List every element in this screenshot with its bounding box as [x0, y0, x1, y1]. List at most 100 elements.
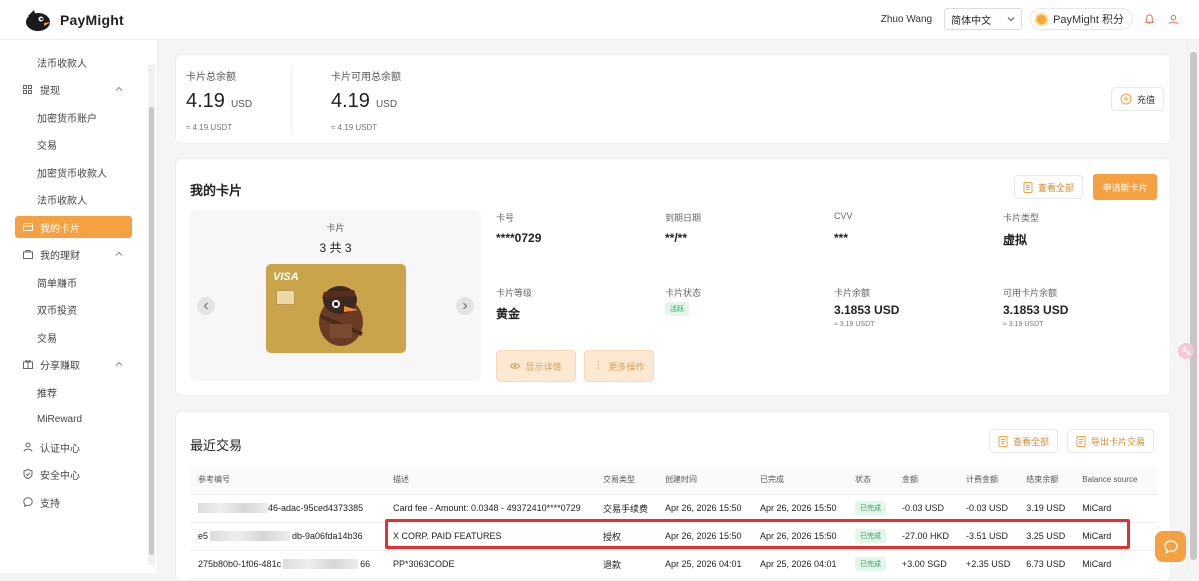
sidebar-item-security[interactable]: 安全中心 [15, 463, 132, 485]
table-row[interactable]: 275b80b0-1f06-481c 66 PP*3063CODE 退款 Apr … [190, 550, 1157, 579]
document-icon [1023, 181, 1033, 193]
available-balance-unit: USD [375, 99, 398, 110]
source-cell: MiCard [1074, 550, 1157, 579]
card-type-label: 卡片类型 [1003, 213, 1040, 223]
sidebar-item-my-finance[interactable]: 我的理财 [15, 243, 132, 265]
col-ref: 参考编号 [190, 466, 385, 495]
points-label: PayMight 积分 [1053, 14, 1124, 26]
export-icon [1076, 435, 1086, 447]
sidebar-item-support[interactable]: 支持 [15, 491, 132, 513]
card-tier-label: 卡片等级 [496, 288, 533, 298]
points-button[interactable]: PayMight 积分 [1030, 8, 1133, 30]
status-cell: 已完成 [847, 550, 894, 579]
col-created: 创建时间 [657, 466, 752, 495]
sidebar-item-dual-invest[interactable]: 双币投资 [15, 298, 132, 320]
sidebar-item-transactions[interactable]: 交易 [15, 133, 132, 155]
apply-card-button[interactable]: 申请新卡片 [1093, 174, 1157, 200]
duck-mascot-icon [319, 286, 363, 346]
carousel-label: 卡片 [326, 223, 345, 233]
sidebar-item-verification[interactable]: 认证中心 [15, 436, 132, 458]
view-all-cards-button[interactable]: 查看全部 [1014, 175, 1084, 199]
topup-button[interactable]: 充值 [1111, 87, 1165, 111]
chevron-up-icon [115, 86, 123, 91]
card-status-badge: 活跃 [665, 302, 689, 316]
sidebar: 法币收款人 提现 加密货币账户 交易 加密货币收款人 法币收款人 我的卡片 我的… [0, 40, 158, 573]
sidebar-item-finance-transactions[interactable]: 交易 [15, 326, 132, 348]
sidebar-item-label: 推荐 [37, 388, 57, 400]
show-details-label: 显示详情 [525, 361, 562, 372]
topup-label: 充值 [1137, 94, 1156, 105]
sidebar-scrollbar-thumb[interactable] [149, 107, 154, 555]
export-transactions-button[interactable]: 导出卡片交易 [1067, 429, 1155, 453]
ref-text: 46-adac-95ced4373385 [268, 502, 364, 513]
carousel-count: 3 共 3 [319, 241, 352, 255]
end-balance-cell: 6.73 USD [1018, 550, 1075, 579]
show-details-button[interactable]: 显示详情 [496, 350, 576, 382]
col-billed: 计费金额 [958, 466, 1019, 495]
more-vertical-icon: ⋮ [593, 360, 604, 371]
carousel-prev-button[interactable] [197, 297, 215, 315]
eye-icon [510, 363, 521, 369]
brand-logo[interactable]: PayMight [24, 8, 124, 32]
sidebar-item-crypto-account[interactable]: 加密货币账户 [15, 106, 132, 128]
total-balance-label: 卡片总余额 [186, 72, 236, 83]
desc-cell: Card fee - Amount: 0.0348 - 49372410****… [385, 494, 595, 523]
sidebar-item-simple-earn[interactable]: 简单赚币 [15, 271, 132, 293]
page-scrollbar-thumb[interactable] [1190, 52, 1197, 560]
created-cell: Apr 26, 2026 15:50 [657, 494, 752, 523]
sidebar-item-label: MiReward [37, 413, 83, 425]
sidebar-item-referral[interactable]: 推荐 [15, 381, 132, 403]
available-card-balance-usdt: ≈ 3.19 USDT [1003, 321, 1044, 328]
gold-card-image[interactable]: VISA [266, 264, 406, 353]
sidebar-item-mireward[interactable]: MiReward [15, 408, 132, 430]
card-number-label: 卡号 [496, 213, 515, 223]
more-actions-button[interactable]: ⋮ 更多操作 [584, 350, 654, 382]
col-desc: 描述 [385, 466, 595, 495]
card-tier-value: 黄金 [496, 307, 521, 321]
translate-icon[interactable] [1178, 343, 1194, 359]
status-badge: 已完成 [855, 501, 886, 515]
balance-card: 卡片总余额 4.19 USD ≈ 4.19 USDT 卡片可用总余额 4.19 … [175, 54, 1171, 144]
sidebar-item-label: 简单赚币 [37, 278, 77, 290]
apply-card-label: 申请新卡片 [1102, 182, 1148, 193]
sidebar-item-label: 支持 [40, 498, 60, 510]
sidebar-item-label: 分享赚取 [40, 360, 80, 372]
user-icon[interactable] [1165, 11, 1181, 27]
bell-icon[interactable] [1141, 11, 1157, 27]
sidebar-item-share-earn[interactable]: 分享赚取 [15, 353, 132, 375]
sidebar-item-withdraw[interactable]: 提现 [15, 78, 132, 100]
redacted-text [198, 503, 268, 514]
divider [291, 67, 292, 133]
sidebar-item-my-cards[interactable]: 我的卡片 [15, 216, 132, 238]
top-bar: PayMight Zhuo Wang 简体中文 PayMight 积分 [0, 0, 1199, 40]
chevron-up-icon [115, 361, 123, 366]
sidebar-item-crypto-payee[interactable]: 加密货币收款人 [15, 161, 132, 183]
sidebar-item-fiat-payee[interactable]: 法币收款人 [15, 51, 132, 73]
page-scrollbar[interactable] [1187, 40, 1199, 573]
completed-cell: Apr 25, 2026 04:01 [752, 550, 847, 579]
view-all-transactions-button[interactable]: 查看全部 [989, 429, 1059, 453]
sidebar-item-label: 提现 [40, 85, 60, 97]
plus-circle-icon [1120, 93, 1132, 105]
sidebar-item-label: 我的卡片 [40, 223, 80, 235]
user-name[interactable]: Zhuo Wang [881, 14, 932, 25]
table-row[interactable]: 46-adac-95ced4373385 Card fee - Amount: … [190, 494, 1157, 523]
card-balance-usdt: ≈ 3.19 USDT [834, 321, 875, 328]
sidebar-item-fiat-payee-2[interactable]: 法币收款人 [15, 188, 132, 210]
recent-transactions-panel: 最近交易 查看全部 导出卡片交易 参考编号 描述 交易类型 创建时间 已完成 状… [175, 411, 1171, 581]
recent-transactions-title: 最近交易 [190, 438, 243, 453]
billed-cell: +2.35 USD [958, 550, 1019, 579]
carousel-next-button[interactable] [456, 297, 474, 315]
status-cell: 已完成 [847, 494, 894, 523]
export-transactions-label: 导出卡片交易 [1091, 436, 1146, 447]
card-type-value: 虚拟 [1003, 233, 1028, 247]
document-icon [998, 435, 1008, 447]
language-select[interactable]: 简体中文 [944, 8, 1023, 30]
chat-support-button[interactable] [1155, 531, 1186, 562]
col-end-balance: 结束余额 [1018, 466, 1075, 495]
sidebar-scrollbar[interactable] [148, 65, 155, 565]
desc-cell: PP*3063CODE [385, 550, 595, 579]
coin-icon [1035, 12, 1049, 26]
chip-icon [276, 290, 295, 305]
chevron-down-icon [1007, 17, 1015, 22]
